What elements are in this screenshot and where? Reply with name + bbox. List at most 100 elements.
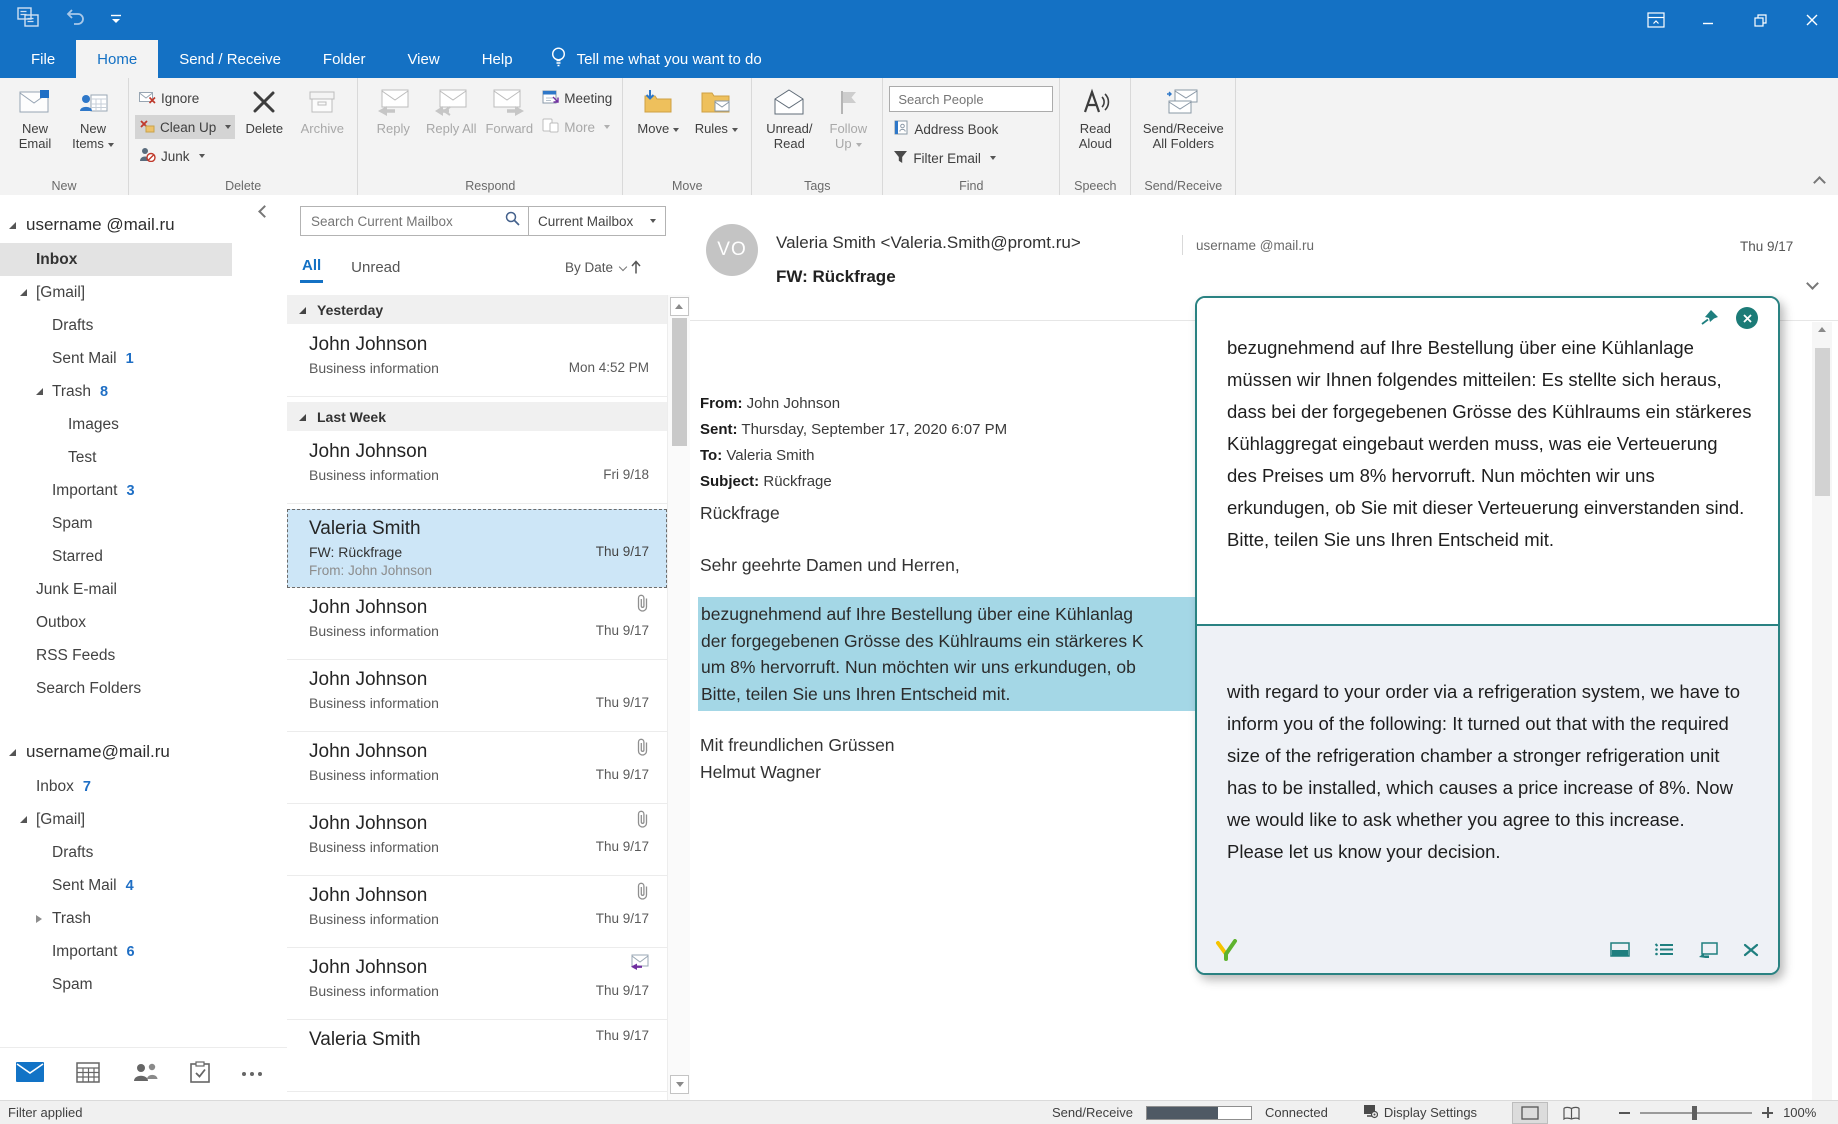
sidebar-item-test[interactable]: Test <box>0 441 287 474</box>
delete-button[interactable]: Delete <box>235 83 293 136</box>
sidebar-item-sent-mail[interactable]: Sent Mail 1 <box>0 342 287 375</box>
rules-button[interactable]: Rules <box>687 83 745 136</box>
settings-tools-icon[interactable] <box>1742 942 1760 963</box>
sidebar-item-inbox[interactable]: Inbox <box>0 243 232 276</box>
dictionary-list-icon[interactable] <box>1654 942 1674 962</box>
sidebar-item-starred[interactable]: Starred <box>0 540 287 573</box>
filter-email-button[interactable]: Filter Email <box>889 146 1053 170</box>
tab-home[interactable]: Home <box>76 40 159 78</box>
email-row[interactable]: John Johnson Business information Thu 9/1… <box>287 876 667 948</box>
minimize-button[interactable] <box>1682 0 1734 40</box>
scrollbar-thumb[interactable] <box>1814 348 1830 496</box>
search-people-box[interactable] <box>889 86 1054 112</box>
email-row[interactable]: John Johnson Business information Thu 9/1… <box>287 732 667 804</box>
search-scope-dropdown[interactable]: Current Mailbox <box>529 206 666 236</box>
search-icon[interactable] <box>505 211 520 231</box>
normal-view-button[interactable] <box>1512 1101 1549 1124</box>
list-scrollbar[interactable] <box>667 295 690 1100</box>
move-button[interactable]: Move <box>629 83 687 136</box>
email-row-selected[interactable]: Valeria Smith FW: Rückfrage Thu 9/17 From… <box>287 509 667 588</box>
sidebar-item-trash2[interactable]: Trash <box>0 902 287 935</box>
tab-unread[interactable]: Unread <box>351 259 400 276</box>
sort-by-dropdown[interactable]: By Date <box>565 260 628 275</box>
read-aloud-button[interactable]: Read Aloud <box>1066 83 1124 151</box>
email-row[interactable]: John Johnson Business information Thu 9/1… <box>287 660 667 732</box>
unread-read-button[interactable]: Unread/ Read <box>758 83 820 151</box>
filter-applied-status[interactable]: Filter applied <box>8 1105 82 1120</box>
sort-direction-icon[interactable] <box>630 259 642 280</box>
sidebar-item-images[interactable]: Images <box>0 408 287 441</box>
tab-file[interactable]: File <box>10 40 76 78</box>
send-receive-all-button[interactable]: Send/Receive All Folders <box>1137 83 1229 151</box>
sidebar-item-inbox2[interactable]: Inbox 7 <box>0 770 287 803</box>
account1-header[interactable]: username @mail.ru <box>0 207 287 243</box>
sidebar-item-sent-mail2[interactable]: Sent Mail 4 <box>0 869 287 902</box>
tab-all[interactable]: All <box>300 251 324 283</box>
open-translator-icon[interactable] <box>1698 941 1718 963</box>
email-row[interactable]: John Johnson Business information Thu 9/1… <box>287 804 667 876</box>
sidebar-item-trash[interactable]: Trash 8 <box>0 375 287 408</box>
tab-help[interactable]: Help <box>461 40 534 78</box>
more-button[interactable]: More <box>538 115 616 139</box>
scrollbar-thumb[interactable] <box>671 318 687 446</box>
meeting-button[interactable]: Meeting <box>538 86 616 110</box>
reading-view-button[interactable] <box>1554 1103 1588 1123</box>
account2-header[interactable]: username@mail.ru <box>0 734 287 770</box>
tell-me-box[interactable]: Tell me what you want to do <box>550 40 762 78</box>
archive-button[interactable]: Archive <box>293 83 351 136</box>
close-button[interactable] <box>1786 0 1838 40</box>
zoom-out-button[interactable] <box>1619 1111 1631 1114</box>
tab-send-receive[interactable]: Send / Receive <box>158 40 302 78</box>
close-icon[interactable] <box>1736 307 1758 329</box>
ribbon-display-options-button[interactable] <box>1630 0 1682 40</box>
new-items-button[interactable]: New Items <box>64 83 122 151</box>
sidebar-item-spam[interactable]: Spam <box>0 507 287 540</box>
new-email-button[interactable]: New Email <box>6 83 64 151</box>
restore-button[interactable] <box>1734 0 1786 40</box>
sidebar-item-spam2[interactable]: Spam <box>0 968 287 1001</box>
zoom-level[interactable]: 100% <box>1783 1105 1816 1120</box>
sidebar-item-gmail2[interactable]: [Gmail] <box>0 803 287 836</box>
email-row[interactable]: John Johnson Business information Thu 9/1… <box>287 948 667 1020</box>
message-sender[interactable]: Valeria Smith <Valeria.Smith@promt.ru> <box>776 233 1081 253</box>
sidebar-item-outbox[interactable]: Outbox <box>0 606 287 639</box>
group-header-last-week[interactable]: Last Week <box>287 402 667 431</box>
junk-button[interactable]: Junk <box>135 144 235 168</box>
search-people-input[interactable] <box>896 90 1047 108</box>
tasks-nav-icon[interactable] <box>190 1060 210 1088</box>
group-header-yesterday[interactable]: Yesterday <box>287 295 667 324</box>
tab-folder[interactable]: Folder <box>302 40 387 78</box>
reply-button[interactable]: Reply <box>364 83 422 136</box>
forward-button[interactable]: Forward <box>480 83 538 136</box>
reply-all-button[interactable]: Reply All <box>422 83 480 136</box>
people-nav-icon[interactable] <box>132 1062 158 1087</box>
zoom-slider-thumb[interactable] <box>1692 1105 1698 1120</box>
sidebar-item-junk-email[interactable]: Junk E-mail <box>0 573 287 606</box>
highlighted-selection[interactable]: bezugnehmend auf Ihre Bestellung über ei… <box>698 597 1201 711</box>
search-box[interactable] <box>300 206 529 236</box>
address-book-button[interactable]: Address Book <box>889 117 1053 141</box>
sidebar-item-drafts2[interactable]: Drafts <box>0 836 287 869</box>
customize-quick-access-icon[interactable] <box>110 11 122 29</box>
more-apps-icon[interactable] <box>242 1072 262 1076</box>
zoom-slider[interactable] <box>1640 1105 1753 1120</box>
calendar-nav-icon[interactable] <box>76 1061 100 1088</box>
search-current-mailbox-input[interactable] <box>309 212 505 230</box>
collapse-header-icon[interactable] <box>1806 277 1819 290</box>
mail-nav-icon[interactable] <box>16 1061 44 1087</box>
follow-up-button[interactable]: Follow Up <box>820 83 876 151</box>
reading-scrollbar[interactable] <box>1812 322 1832 1100</box>
scroll-up-button[interactable] <box>669 297 689 316</box>
zoom-in-button[interactable] <box>1762 1107 1774 1118</box>
undo-icon[interactable] <box>64 8 88 33</box>
sidebar-item-important2[interactable]: Important 6 <box>0 935 287 968</box>
sidebar-item-gmail[interactable]: [Gmail] <box>0 276 287 309</box>
sidebar-item-rss-feeds[interactable]: RSS Feeds <box>0 639 287 672</box>
email-row[interactable]: John Johnson Business information Fri 9/1… <box>287 432 667 504</box>
sidebar-item-drafts[interactable]: Drafts <box>0 309 287 342</box>
panel-view-icon[interactable] <box>1610 942 1630 962</box>
collapse-ribbon-icon[interactable] <box>1813 176 1826 189</box>
email-row[interactable]: John Johnson Business information Mon 4:5… <box>287 325 667 397</box>
scroll-down-button[interactable] <box>670 1075 689 1094</box>
sidebar-item-search-folders[interactable]: Search Folders <box>0 672 287 705</box>
